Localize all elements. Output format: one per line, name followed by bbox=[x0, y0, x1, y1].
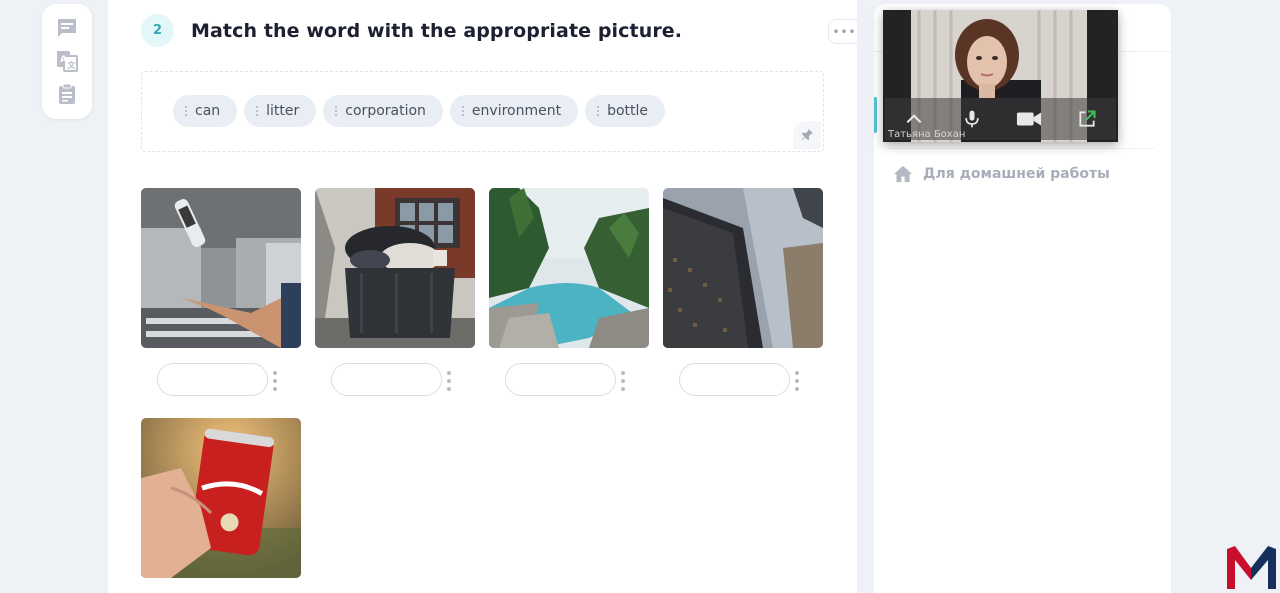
drag-handle-icon bbox=[461, 105, 464, 117]
word-chip-list: can litter corporation environment bottl… bbox=[173, 95, 666, 127]
popout-video-button[interactable] bbox=[1072, 104, 1102, 134]
more-options-button[interactable]: ••• bbox=[828, 19, 857, 44]
task-title: Match the word with the appropriate pict… bbox=[191, 19, 683, 42]
task-number-badge: 2 bbox=[141, 14, 174, 47]
svg-text:文: 文 bbox=[68, 60, 77, 70]
answer-menu-2[interactable] bbox=[445, 371, 453, 391]
picture-dumpster bbox=[315, 188, 475, 348]
picture-card-2 bbox=[315, 188, 475, 348]
homework-section[interactable]: Для домашней работы bbox=[893, 165, 1110, 183]
word-chip-bottle[interactable]: bottle bbox=[585, 95, 666, 127]
picture-card-4 bbox=[663, 188, 823, 348]
camera-button[interactable] bbox=[1014, 104, 1044, 134]
picture-skyscraper bbox=[663, 188, 823, 348]
drag-handle-icon bbox=[597, 105, 600, 117]
picture-can-factory bbox=[141, 188, 301, 348]
word-chip-litter[interactable]: litter bbox=[244, 95, 317, 127]
brand-logo bbox=[1227, 546, 1276, 589]
chip-label: can bbox=[195, 103, 221, 119]
left-toolbar: A 文 bbox=[42, 4, 92, 119]
chip-label: corporation bbox=[345, 103, 426, 119]
svg-text:A: A bbox=[60, 55, 67, 65]
answer-field-4[interactable] bbox=[679, 363, 790, 396]
clipboard-icon[interactable] bbox=[55, 82, 79, 106]
task-area: 2 Match the word with the appropriate pi… bbox=[108, 0, 857, 593]
pin-button[interactable] bbox=[793, 121, 821, 149]
word-bank: can litter corporation environment bottl… bbox=[141, 71, 824, 152]
answer-menu-3[interactable] bbox=[619, 371, 627, 391]
picture-card-5 bbox=[141, 418, 301, 578]
chip-label: environment bbox=[471, 103, 562, 119]
word-chip-can[interactable]: can bbox=[173, 95, 238, 127]
answer-field-1[interactable] bbox=[157, 363, 268, 396]
picture-card-3 bbox=[489, 188, 649, 348]
chip-label: litter bbox=[266, 103, 300, 119]
external-link-icon bbox=[1079, 110, 1096, 127]
picture-card-1 bbox=[141, 188, 301, 348]
word-chip-corporation[interactable]: corporation bbox=[323, 95, 443, 127]
participant-name: Татьяна Бохан bbox=[888, 129, 966, 140]
chat-icon[interactable] bbox=[55, 16, 79, 40]
home-icon bbox=[894, 165, 912, 183]
answer-field-2[interactable] bbox=[331, 363, 442, 396]
chip-label: bottle bbox=[607, 103, 649, 119]
translate-icon[interactable]: A 文 bbox=[55, 49, 79, 73]
microphone-icon bbox=[964, 110, 979, 128]
chevron-up-icon bbox=[906, 114, 922, 124]
pin-icon bbox=[801, 129, 813, 141]
picture-river-forest bbox=[489, 188, 649, 348]
drag-handle-icon bbox=[335, 105, 338, 117]
video-call-widget[interactable]: Татьяна Бохан bbox=[883, 10, 1118, 142]
camera-icon bbox=[1017, 112, 1042, 126]
picture-red-can bbox=[141, 418, 301, 578]
word-chip-environment[interactable]: environment bbox=[449, 95, 579, 127]
homework-label: Для домашней работы bbox=[923, 166, 1110, 182]
answer-field-3[interactable] bbox=[505, 363, 616, 396]
divider bbox=[888, 148, 1154, 149]
task-header: 2 Match the word with the appropriate pi… bbox=[141, 14, 682, 47]
drag-handle-icon bbox=[185, 105, 187, 117]
drag-handle-icon bbox=[256, 105, 259, 117]
answer-menu-1[interactable] bbox=[271, 371, 279, 391]
active-indicator bbox=[874, 97, 877, 133]
answer-menu-4[interactable] bbox=[793, 371, 801, 391]
